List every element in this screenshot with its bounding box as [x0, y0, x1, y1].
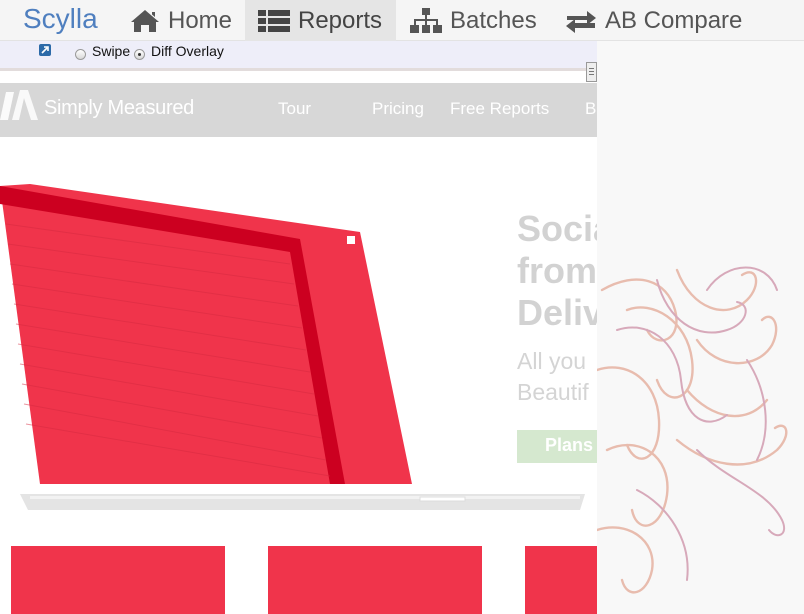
- exchange-icon: [566, 10, 596, 33]
- diff-card-3: [525, 546, 597, 614]
- diff-overlay-label[interactable]: Diff Overlay: [151, 43, 224, 59]
- hero-sub-line-1: All you: [517, 348, 587, 374]
- diff-overlay-radio[interactable]: [134, 49, 145, 60]
- kraken-watermark-icon: [597, 266, 788, 594]
- hero-line-2: from: [517, 250, 597, 291]
- diff-card-2: [268, 546, 482, 614]
- nav-home-label: Home: [168, 6, 233, 34]
- nav-ab-compare-label: AB Compare: [605, 6, 743, 34]
- plans-button[interactable]: Plans: [517, 430, 597, 463]
- hero-sub-line-2: Beautif: [517, 379, 589, 405]
- external-link-icon[interactable]: [39, 44, 51, 56]
- home-icon: [131, 9, 159, 32]
- laptop-diff-image: [0, 184, 585, 510]
- swipe-handle[interactable]: [586, 62, 597, 82]
- nav-ab-compare[interactable]: AB Compare: [552, 0, 755, 41]
- hero-line-3: Deliv: [517, 292, 597, 333]
- nav-reports[interactable]: Reports: [245, 0, 396, 41]
- sitemap-icon: [410, 7, 442, 33]
- nav-reports-label: Reports: [298, 6, 383, 34]
- diff-card-1: [11, 546, 225, 614]
- hero-line-1: Socia: [517, 208, 597, 249]
- swipe-label[interactable]: Swipe: [92, 43, 130, 59]
- screenshot-viewer: Simply Measured Tour Pricing Free Report…: [0, 74, 597, 614]
- app-root: Scylla Home Reports Batches AB Compare S…: [0, 0, 804, 614]
- nav-batches-label: Batches: [450, 6, 537, 34]
- brand-logo[interactable]: Scylla: [23, 3, 98, 35]
- diff-toolbar: Swipe Diff Overlay: [0, 41, 597, 71]
- swipe-radio[interactable]: [75, 49, 86, 60]
- nav-batches[interactable]: Batches: [397, 0, 550, 41]
- top-navbar: Scylla Home Reports Batches AB Compare: [0, 0, 804, 41]
- nav-home[interactable]: Home: [117, 0, 245, 41]
- list-icon: [258, 9, 290, 32]
